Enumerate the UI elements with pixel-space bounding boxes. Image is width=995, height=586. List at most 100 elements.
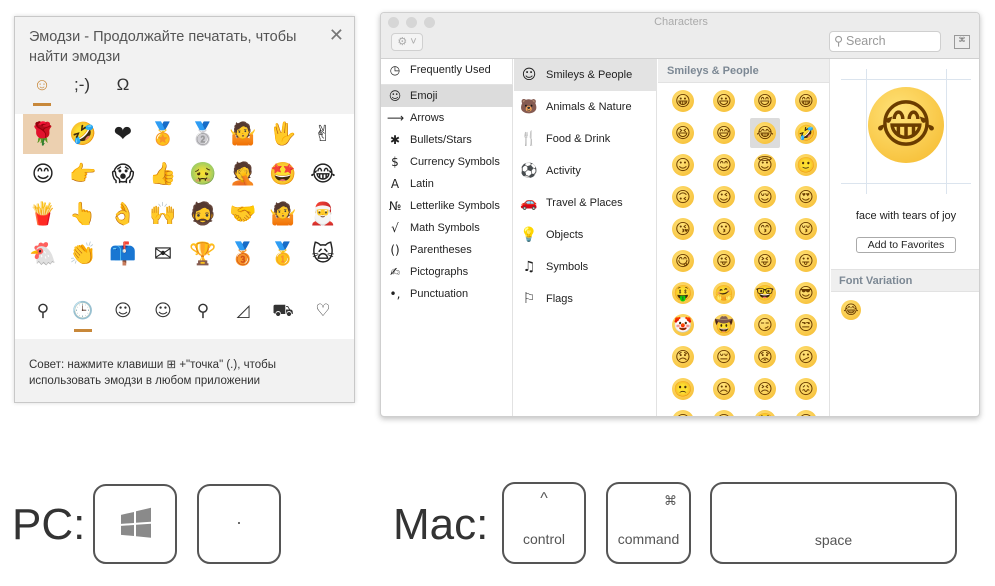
- search-input[interactable]: ⚲ Search: [829, 31, 941, 52]
- character-cell[interactable]: 😖: [791, 374, 821, 404]
- category-item[interactable]: ✍ Pictographs: [381, 261, 513, 283]
- emoji-cell[interactable]: 🏅: [143, 114, 183, 154]
- subcategory-item[interactable]: ⚽ Activity: [514, 155, 657, 187]
- emoji-cell[interactable]: 🙌: [143, 194, 183, 234]
- people-icon[interactable]: ☺: [148, 301, 178, 321]
- subcategory-item[interactable]: 🐻 Animals & Nature: [514, 91, 657, 123]
- symbols-icon[interactable]: ♡: [308, 301, 338, 321]
- character-cell[interactable]: 😙: [750, 214, 780, 244]
- food-icon[interactable]: ◿: [228, 301, 258, 321]
- character-cell[interactable]: 🙁: [668, 374, 698, 404]
- search-icon[interactable]: ⚲: [28, 301, 58, 321]
- character-cell[interactable]: 😇: [750, 150, 780, 180]
- emoji-cell[interactable]: 🤣: [63, 114, 103, 154]
- emoji-cell[interactable]: 🏆: [183, 234, 223, 274]
- emoji-cell[interactable]: 👉: [63, 154, 103, 194]
- emoji-cell[interactable]: 🥇: [263, 234, 303, 274]
- category-item[interactable]: ☺ Emoji: [381, 85, 513, 107]
- emoji-cell[interactable]: 🤢: [183, 154, 223, 194]
- character-cell[interactable]: 😋: [668, 246, 698, 276]
- emoji-cell[interactable]: 🌹: [23, 114, 63, 154]
- character-cell[interactable]: 😆: [668, 118, 698, 148]
- character-cell[interactable]: ☺: [668, 150, 698, 180]
- character-cell[interactable]: 🤣: [791, 118, 821, 148]
- character-cell[interactable]: 🤗: [709, 278, 739, 308]
- character-cell[interactable]: 😛: [791, 246, 821, 276]
- character-cell[interactable]: 😩: [709, 406, 739, 416]
- character-cell[interactable]: 😚: [791, 214, 821, 244]
- category-item[interactable]: •, Punctuation: [381, 283, 513, 305]
- gear-icon[interactable]: ⚙ ˅: [391, 33, 423, 51]
- emoji-cell[interactable]: ✉: [143, 234, 183, 274]
- character-cell[interactable]: 🙂: [791, 150, 821, 180]
- character-cell[interactable]: 😝: [750, 246, 780, 276]
- subcategory-item[interactable]: ☺ Smileys & People: [514, 59, 657, 91]
- character-cell[interactable]: 🤑: [668, 278, 698, 308]
- category-item[interactable]: $ Currency Symbols: [381, 151, 513, 173]
- emoji-cell[interactable]: 👆: [63, 194, 103, 234]
- add-to-favorites-button[interactable]: Add to Favorites: [856, 237, 956, 253]
- character-cell[interactable]: 🤡: [668, 310, 698, 340]
- category-item[interactable]: № Letterlike Symbols: [381, 195, 513, 217]
- character-cell[interactable]: 😏: [750, 310, 780, 340]
- emoji-cell[interactable]: 👌: [103, 194, 143, 234]
- character-cell[interactable]: 😞: [668, 342, 698, 372]
- emoji-cell[interactable]: 🤦: [223, 154, 263, 194]
- character-cell[interactable]: ☹: [709, 374, 739, 404]
- character-cell[interactable]: 😤: [750, 406, 780, 416]
- emoji-cell[interactable]: 😊: [23, 154, 63, 194]
- character-cell[interactable]: 😊: [709, 150, 739, 180]
- character-cell[interactable]: 😂: [750, 118, 780, 148]
- keyboard-viewer-icon[interactable]: ⌘: [954, 35, 970, 49]
- emoji-cell[interactable]: 🤩: [263, 154, 303, 194]
- character-cell[interactable]: 😕: [791, 342, 821, 372]
- emoji-cell[interactable]: 🧔: [183, 194, 223, 234]
- category-item[interactable]: ◷ Frequently Used: [381, 59, 513, 81]
- category-item[interactable]: √ Math Symbols: [381, 217, 513, 239]
- emoji-cell[interactable]: ✌: [303, 114, 343, 154]
- character-cell[interactable]: 😜: [709, 246, 739, 276]
- recent-icon[interactable]: 🕒: [68, 301, 98, 321]
- character-cell[interactable]: 😫: [668, 406, 698, 416]
- character-cell[interactable]: 🤓: [750, 278, 780, 308]
- emoji-cell[interactable]: 🐔: [23, 234, 63, 274]
- subcategory-item[interactable]: 💡 Objects: [514, 219, 657, 251]
- emoji-cell[interactable]: 🤝: [223, 194, 263, 234]
- emoji-cell[interactable]: 👏: [63, 234, 103, 274]
- emoji-cell[interactable]: ❤: [103, 114, 143, 154]
- emoji-cell[interactable]: 😂: [303, 154, 343, 194]
- emoji-cell[interactable]: 🤷: [263, 194, 303, 234]
- emoji-cell[interactable]: 🥈: [183, 114, 223, 154]
- subcategory-item[interactable]: ⚐ Flags: [514, 283, 657, 315]
- character-cell[interactable]: 🤠: [709, 310, 739, 340]
- emoji-cell[interactable]: 🤷: [223, 114, 263, 154]
- subcategory-item[interactable]: 🍴 Food & Drink: [514, 123, 657, 155]
- character-cell[interactable]: 😗: [709, 214, 739, 244]
- character-cell[interactable]: 😘: [668, 214, 698, 244]
- emoji-cell[interactable]: 🙀: [303, 234, 343, 274]
- tab-symbols[interactable]: Ω: [108, 75, 138, 95]
- tab-emoji[interactable]: ☺: [27, 75, 57, 95]
- emoji-cell[interactable]: 🎅: [303, 194, 343, 234]
- tab-kaomoji[interactable]: ;-): [67, 75, 97, 95]
- character-cell[interactable]: 😣: [750, 374, 780, 404]
- font-variation-item[interactable]: 😂: [841, 300, 861, 320]
- character-cell[interactable]: 😔: [709, 342, 739, 372]
- character-cell[interactable]: 😒: [791, 310, 821, 340]
- emoji-cell[interactable]: 🍟: [23, 194, 63, 234]
- character-cell[interactable]: 😁: [791, 86, 821, 116]
- character-cell[interactable]: 😄: [750, 86, 780, 116]
- character-cell[interactable]: 😍: [791, 182, 821, 212]
- emoji-cell[interactable]: 🥉: [223, 234, 263, 274]
- subcategory-item[interactable]: 🚗 Travel & Places: [514, 187, 657, 219]
- character-cell[interactable]: 😉: [709, 182, 739, 212]
- category-item[interactable]: A Latin: [381, 173, 513, 195]
- category-item[interactable]: ✱ Bullets/Stars: [381, 129, 513, 151]
- character-cell[interactable]: 😃: [709, 86, 739, 116]
- travel-icon[interactable]: ⛟: [268, 301, 298, 323]
- character-cell[interactable]: 🙃: [668, 182, 698, 212]
- smileys-icon[interactable]: ☺: [108, 301, 138, 321]
- character-cell[interactable]: 😠: [791, 406, 821, 416]
- subcategory-item[interactable]: ♫ Symbols: [514, 251, 657, 283]
- close-icon[interactable]: ✕: [329, 25, 344, 46]
